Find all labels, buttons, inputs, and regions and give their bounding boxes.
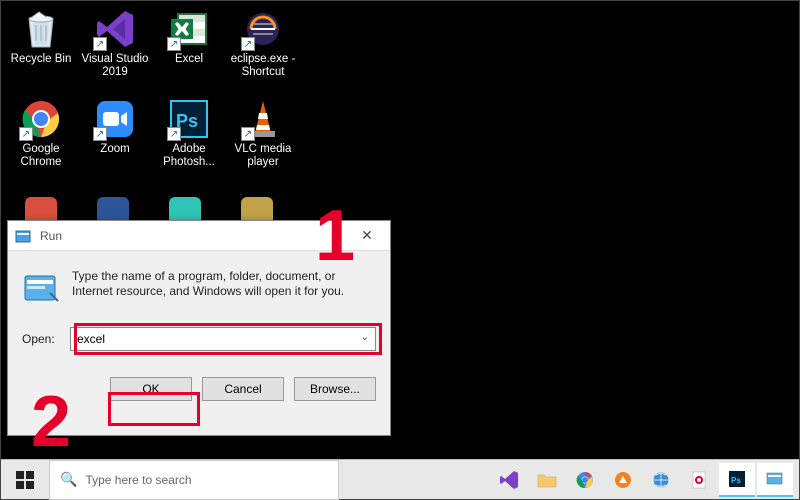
- icon-zoom[interactable]: ↗ Zoom: [79, 97, 151, 185]
- foxit-icon: [612, 469, 634, 491]
- open-label: Open:: [22, 332, 60, 346]
- shortcut-arrow-icon: ↗: [241, 127, 255, 141]
- open-value: excel: [77, 332, 105, 346]
- run-body: Type the name of a program, folder, docu…: [8, 251, 390, 313]
- folder-icon: [536, 469, 558, 491]
- recycle-bin-icon: [19, 7, 63, 51]
- shortcut-arrow-icon: ↗: [93, 37, 107, 51]
- run-dialog: Run ✕ Type the name of a program, folder…: [7, 220, 391, 436]
- desktop-icon-grid: Recycle Bin ↗ Visual Studio 2019: [1, 1, 799, 191]
- run-open-row: Open: excel ⌄: [8, 313, 390, 355]
- pdf-icon: [688, 469, 710, 491]
- icon-label: VLC media player: [228, 143, 298, 169]
- search-icon: 🔍: [60, 471, 77, 488]
- shortcut-arrow-icon: ↗: [167, 37, 181, 51]
- start-button[interactable]: [1, 460, 49, 500]
- icon-label: Google Chrome: [6, 143, 76, 169]
- icon-label: eclipse.exe - Shortcut: [228, 53, 298, 79]
- run-title-bar[interactable]: Run ✕: [8, 221, 390, 251]
- icon-vlc[interactable]: ↗ VLC media player: [227, 97, 299, 185]
- icon-label: Adobe Photosh...: [154, 143, 224, 169]
- run-program-icon: [22, 269, 60, 307]
- ok-button[interactable]: OK: [110, 377, 192, 401]
- shortcut-arrow-icon: ↗: [241, 37, 255, 51]
- chrome-icon: [574, 469, 596, 491]
- windows-logo-icon: [16, 471, 34, 489]
- run-icon: [764, 468, 786, 490]
- taskbar-item-browser[interactable]: [643, 463, 679, 497]
- shortcut-arrow-icon: ↗: [167, 127, 181, 141]
- icon-chrome[interactable]: ↗ Google Chrome: [5, 97, 77, 185]
- run-title-icon: [14, 226, 34, 246]
- icon-recycle-bin[interactable]: Recycle Bin: [5, 7, 77, 95]
- icon-label: Zoom: [100, 143, 129, 156]
- partial-icons-row: [5, 191, 305, 221]
- taskbar-item-visual-studio[interactable]: [491, 463, 527, 497]
- icon-label: Visual Studio 2019: [80, 53, 150, 79]
- icon-label: Excel: [175, 53, 203, 66]
- taskbar-item-file-explorer[interactable]: [529, 463, 565, 497]
- icon-visual-studio[interactable]: ↗ Visual Studio 2019: [79, 7, 151, 95]
- cancel-button[interactable]: Cancel: [202, 377, 284, 401]
- icon-photoshop[interactable]: Ps ↗ Adobe Photosh...: [153, 97, 225, 185]
- icon-excel[interactable]: ↗ Excel: [153, 7, 225, 95]
- close-button[interactable]: ✕: [344, 221, 390, 251]
- visual-studio-icon: [498, 469, 520, 491]
- taskbar-icons: Ps: [491, 463, 799, 497]
- taskbar-item-photoshop[interactable]: Ps: [719, 463, 755, 497]
- open-combobox[interactable]: excel ⌄: [70, 327, 376, 351]
- taskbar-item-run[interactable]: [757, 463, 793, 497]
- browse-button[interactable]: Browse...: [294, 377, 376, 401]
- run-description: Type the name of a program, folder, docu…: [72, 269, 376, 307]
- icon-label: Recycle Bin: [11, 53, 72, 66]
- chevron-down-icon: ⌄: [361, 332, 369, 343]
- run-buttons: OK Cancel Browse...: [8, 355, 390, 401]
- globe-icon: [650, 469, 672, 491]
- shortcut-arrow-icon: ↗: [19, 127, 33, 141]
- taskbar-item-pdf[interactable]: [681, 463, 717, 497]
- run-title-text: Run: [40, 229, 344, 243]
- shortcut-arrow-icon: ↗: [93, 127, 107, 141]
- taskbar-search[interactable]: 🔍 Type here to search: [49, 460, 339, 500]
- search-placeholder: Type here to search: [85, 473, 191, 487]
- close-icon: ✕: [361, 227, 373, 244]
- photoshop-icon: Ps: [726, 468, 748, 490]
- taskbar-item-foxit[interactable]: [605, 463, 641, 497]
- taskbar: 🔍 Type here to search Ps: [1, 459, 799, 499]
- svg-text:Ps: Ps: [731, 476, 741, 485]
- icon-eclipse[interactable]: ↗ eclipse.exe - Shortcut: [227, 7, 299, 95]
- taskbar-item-chrome[interactable]: [567, 463, 603, 497]
